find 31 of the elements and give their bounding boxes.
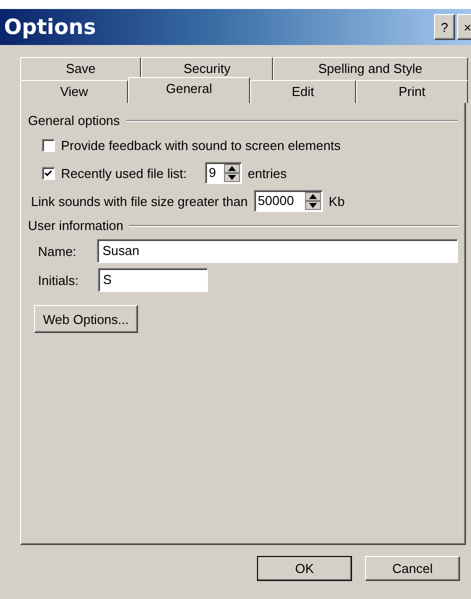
tab[interactable]: View bbox=[20, 80, 128, 103]
option-label: Recently used file list: bbox=[61, 166, 187, 180]
web-options-button[interactable]: Web Options... bbox=[34, 305, 138, 333]
checkbox[interactable] bbox=[42, 138, 55, 152]
tab[interactable]: Print bbox=[356, 80, 468, 103]
help-button[interactable]: ? bbox=[434, 14, 455, 40]
tab[interactable]: Edit bbox=[250, 80, 356, 103]
spin-field[interactable]: 9 bbox=[204, 162, 242, 184]
unit-label: Kb bbox=[328, 194, 345, 208]
unit-label: entries bbox=[248, 166, 287, 180]
tab[interactable]: Spelling and Style bbox=[272, 57, 468, 80]
field-label: Initials: bbox=[38, 272, 80, 288]
field-value: 9 bbox=[208, 164, 217, 182]
text-field[interactable]: S bbox=[98, 268, 208, 292]
checkbox[interactable] bbox=[42, 166, 55, 180]
dialog-button[interactable]: Cancel bbox=[365, 556, 460, 581]
text-field[interactable]: Susan bbox=[97, 239, 458, 263]
spin-field[interactable]: 50000 bbox=[254, 190, 323, 212]
window-title: Options bbox=[4, 15, 97, 39]
field-label: Name: bbox=[38, 244, 78, 258]
spin-arrows-icon[interactable] bbox=[224, 164, 240, 182]
tab[interactable]: Save bbox=[20, 57, 142, 80]
option-label: Link sounds with file size greater than bbox=[31, 194, 248, 208]
group-label: User information bbox=[28, 218, 124, 233]
field-value: 50000 bbox=[256, 192, 295, 210]
spin-arrows-icon[interactable] bbox=[304, 192, 321, 210]
option-label: Provide feedback with sound to screen elements bbox=[61, 138, 341, 152]
dialog-button[interactable]: OK bbox=[257, 556, 352, 581]
tab[interactable]: General bbox=[128, 77, 250, 103]
group-label: General options bbox=[28, 113, 120, 128]
close-button[interactable]: × bbox=[457, 14, 471, 40]
